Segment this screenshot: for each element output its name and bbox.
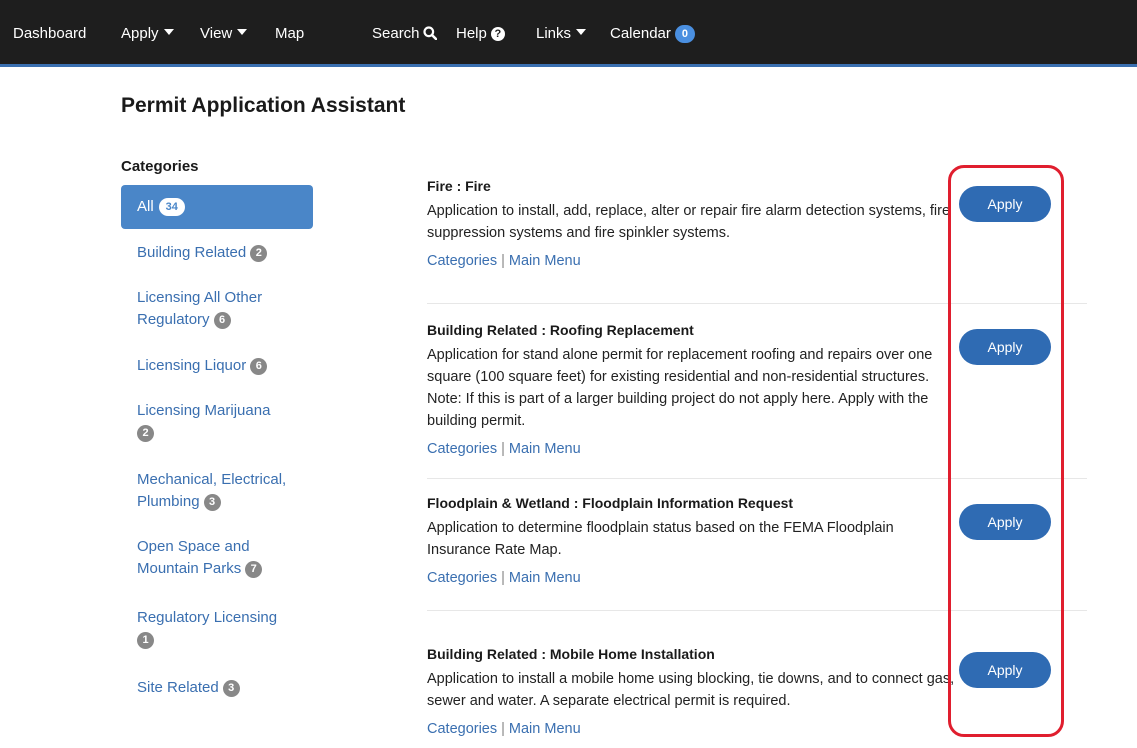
permit-links: Categories | Main Menu [427,567,957,589]
link-separator: | [501,441,505,457]
nav-search-label: Search [372,25,420,42]
permit-description: Application to install a mobile home usi… [427,671,955,709]
category-label: Licensing Liquor [137,357,247,374]
nav-links-menu[interactable]: Links [536,24,587,44]
nav-map[interactable]: Map [275,24,304,44]
permit-links: Categories | Main Menu [427,250,957,272]
permit-description: Application for stand alone permit for r… [427,347,933,429]
category-licensing-all-other-regulatory[interactable]: Licensing All Other Regulatory 6 [137,287,307,331]
category-label: Licensing All Other Regulatory [137,289,263,328]
category-all[interactable]: All 34 [121,185,313,229]
entry-divider [427,610,1087,611]
categories-link[interactable]: Categories [427,570,497,586]
category-label: Licensing Marijuana [137,402,271,419]
caret-down-icon [237,29,248,35]
caret-down-icon [576,29,587,35]
page-title: Permit Application Assistant [121,94,406,117]
category-count-badge: 1 [137,632,154,649]
nav-view-label: View [200,25,233,42]
category-site-related[interactable]: Site Related 3 [137,677,317,699]
question-circle-icon: ? [490,27,505,41]
permit-links: Categories | Main Menu [427,438,957,460]
category-all-label: All [137,198,154,215]
nav-links-label: Links [536,25,572,42]
permit-description: Application to install, add, replace, al… [427,203,951,241]
entry-divider [427,478,1087,479]
apply-button-mobile-home-installation[interactable]: Apply [959,652,1051,688]
nav-help-label: Help [456,25,487,42]
main-menu-link[interactable]: Main Menu [509,721,581,737]
category-count-badge: 7 [245,561,263,578]
categories-link[interactable]: Categories [427,721,497,737]
entry-divider [427,303,1087,304]
category-all-count: 34 [158,198,185,216]
permit-title: Floodplain & Wetland : Floodplain Inform… [427,495,794,511]
permit-title: Building Related : Roofing Replacement [427,322,694,338]
nav-view-menu[interactable]: View [200,24,248,44]
category-open-space-mountain-parks[interactable]: Open Space and Mountain Parks 7 [137,536,287,580]
permit-entry-roofing-replacement: Building Related : Roofing Replacement A… [427,320,957,460]
category-count-badge: 3 [203,494,221,511]
nav-apply-label: Apply [121,25,159,42]
category-licensing-liquor[interactable]: Licensing Liquor 6 [137,355,317,377]
nav-help[interactable]: Help? [456,24,505,44]
nav-search[interactable]: Search [372,24,437,44]
nav-calendar-label: Calendar [610,25,671,42]
link-separator: | [501,253,505,269]
category-count-badge: 6 [250,358,268,375]
category-label: Site Related [137,679,219,696]
category-count-badge: 2 [250,245,268,262]
nav-dashboard[interactable]: Dashboard [13,24,86,44]
category-label: Regulatory Licensing [137,609,278,626]
apply-button-fire[interactable]: Apply [959,186,1051,222]
category-building-related[interactable]: Building Related 2 [137,242,317,264]
nav-apply-menu[interactable]: Apply [121,24,174,44]
main-menu-link[interactable]: Main Menu [509,441,581,457]
permit-entry-mobile-home-installation: Building Related : Mobile Home Installat… [427,644,957,740]
link-separator: | [501,570,505,586]
category-count-badge: 3 [222,680,240,697]
category-count-badge: 6 [213,312,231,329]
category-licensing-marijuana[interactable]: Licensing Marijuana 2 [137,400,287,444]
permit-title: Building Related : Mobile Home Installat… [427,646,715,662]
category-label: Open Space and Mountain Parks [137,538,250,577]
categories-link[interactable]: Categories [427,441,497,457]
main-menu-link[interactable]: Main Menu [509,570,581,586]
permit-links: Categories | Main Menu [427,718,957,740]
category-regulatory-licensing[interactable]: Regulatory Licensing 1 [137,607,287,651]
top-navbar: Dashboard Apply View Map Search Help? Li… [0,0,1137,67]
caret-down-icon [163,29,174,35]
apply-button-roofing-replacement[interactable]: Apply [959,329,1051,365]
main-menu-link[interactable]: Main Menu [509,253,581,269]
categories-heading: Categories [121,158,199,175]
calendar-count-badge: 0 [674,25,695,43]
category-count-badge: 2 [137,425,154,442]
search-icon [422,26,437,40]
nav-calendar[interactable]: Calendar 0 [610,24,695,44]
permit-entry-fire: Fire : Fire Application to install, add,… [427,176,957,272]
categories-link[interactable]: Categories [427,253,497,269]
link-separator: | [501,721,505,737]
permit-entry-floodplain-information: Floodplain & Wetland : Floodplain Inform… [427,493,957,589]
category-label: Building Related [137,244,247,261]
apply-button-floodplain-information[interactable]: Apply [959,504,1051,540]
permit-title: Fire : Fire [427,178,491,194]
category-mechanical-electrical-plumbing[interactable]: Mechanical, Electrical, Plumbing 3 [137,469,302,513]
permit-description: Application to determine floodplain stat… [427,520,894,558]
